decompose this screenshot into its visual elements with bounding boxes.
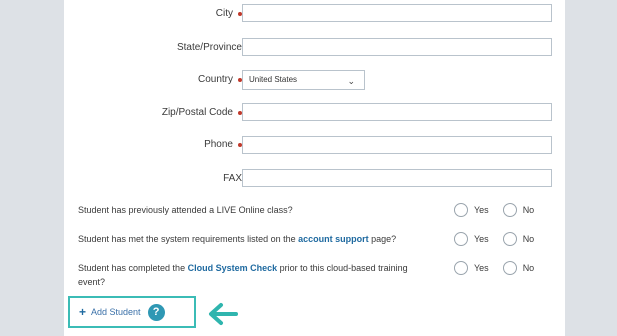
phone-label: Phone (204, 138, 242, 152)
help-icon[interactable]: ? (147, 303, 165, 321)
city-label: City (216, 7, 242, 21)
radio-no-label: No (522, 234, 535, 244)
radio-yes-label: Yes (474, 205, 489, 215)
radio-yes-label: Yes (474, 234, 489, 244)
question-cloud-check: Student has completed the Cloud System C… (78, 263, 408, 287)
radio-no[interactable] (502, 232, 517, 246)
state-label: State/Province (176, 42, 242, 53)
radio-yes[interactable] (454, 203, 468, 217)
zip-input[interactable] (242, 103, 552, 121)
question-live-online: Student has previously attended a LIVE O… (78, 205, 293, 215)
country-label: Country (198, 73, 242, 87)
cloud-system-check-link[interactable]: Cloud System Check (188, 263, 278, 273)
radio-group-system-requirements: Yes No (454, 232, 548, 246)
phone-input[interactable] (242, 136, 552, 154)
account-support-link[interactable]: account support (298, 234, 369, 244)
radio-no[interactable] (502, 203, 517, 217)
city-input[interactable] (242, 4, 552, 22)
zip-label: Zip/Postal Code (162, 106, 242, 120)
add-student-label: Add Student (91, 307, 141, 317)
radio-yes[interactable] (454, 232, 468, 246)
arrow-left-icon (209, 303, 238, 325)
radio-group-live-online: Yes No (454, 203, 548, 217)
fax-label: FAX (223, 173, 242, 184)
question-system-requirements: Student has met the system requirements … (78, 234, 397, 244)
add-student-button[interactable]: + Add Student ? (68, 296, 196, 328)
chevron-down-icon: ⌄ (347, 76, 355, 86)
plus-icon: + (79, 305, 87, 319)
radio-no-label: No (522, 205, 535, 215)
radio-no[interactable] (502, 261, 517, 275)
state-input[interactable] (242, 38, 552, 56)
radio-yes[interactable] (454, 261, 468, 275)
radio-yes-label: Yes (474, 263, 489, 273)
country-select[interactable]: United States ⌄ (242, 70, 365, 90)
radio-no-label: No (522, 263, 535, 273)
form-panel: City State/Province Country United State… (64, 0, 565, 336)
fax-input[interactable] (242, 169, 552, 187)
radio-group-cloud-check: Yes No (454, 261, 548, 275)
